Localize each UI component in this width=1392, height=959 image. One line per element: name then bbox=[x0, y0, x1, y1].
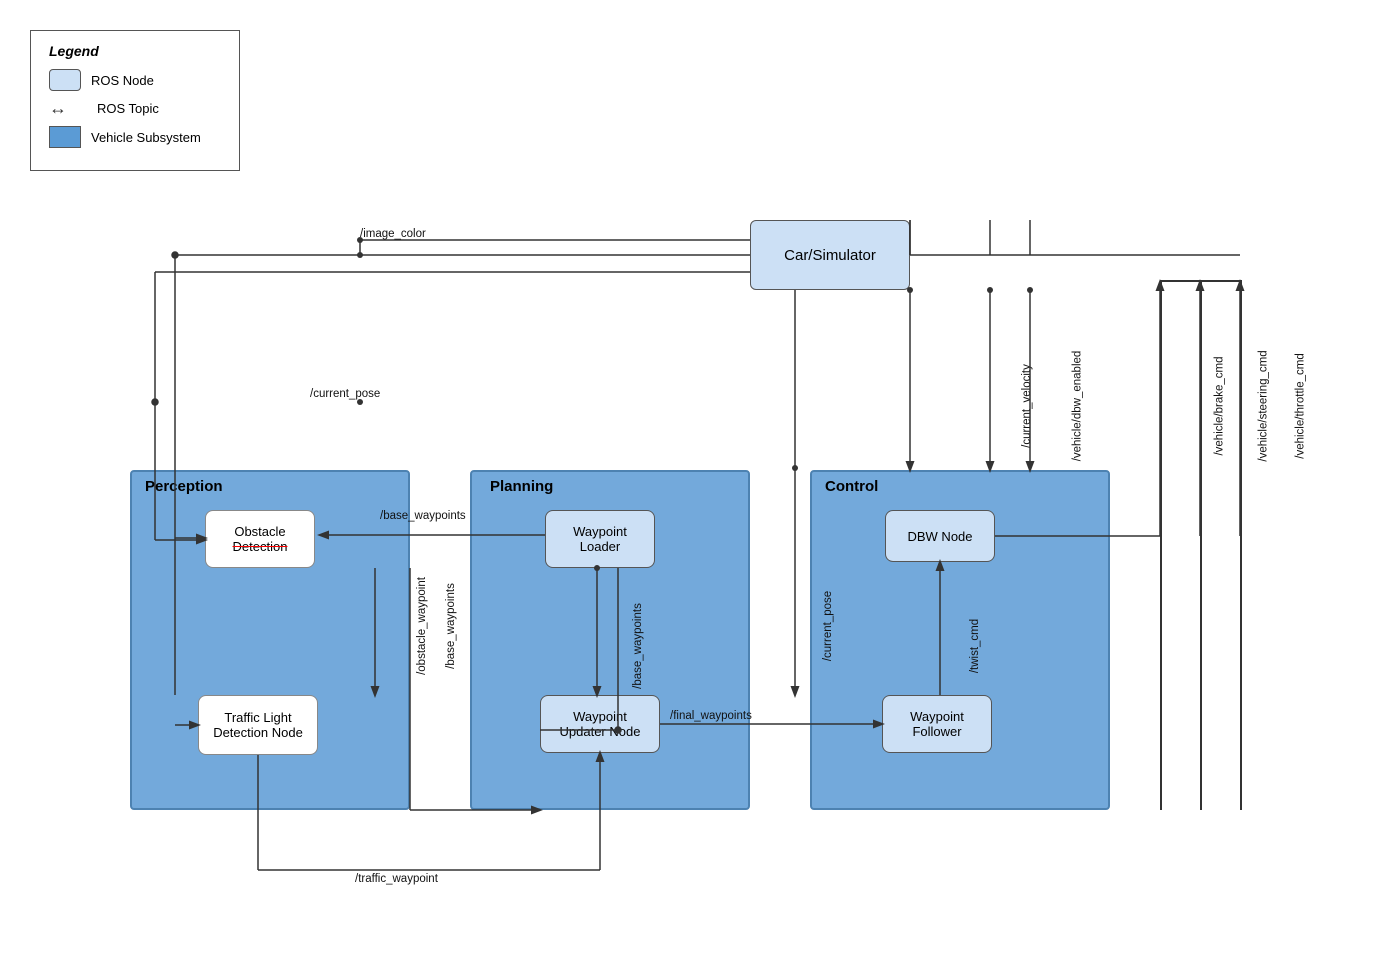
legend-vehicle-box bbox=[49, 126, 81, 148]
waypoint-loader-node: WaypointLoader bbox=[545, 510, 655, 568]
base-waypoints-v2-label: /base_waypoints bbox=[632, 603, 644, 689]
base-waypoints-v1-label: /base_waypoints bbox=[445, 583, 457, 669]
legend-vehicle-label: Vehicle Subsystem bbox=[91, 130, 201, 145]
vehicle-throttle-label: /vehicle/throttle_cmd bbox=[1295, 353, 1307, 458]
vehicle-cmd-border2 bbox=[1200, 280, 1202, 810]
obstacle-waypoint-label: /obstacle_waypoint bbox=[416, 577, 428, 675]
vehicle-cmd-border bbox=[1160, 280, 1162, 810]
control-label: Control bbox=[825, 478, 878, 495]
vehicle-steering-label: /vehicle/steering_cmd bbox=[1258, 350, 1270, 461]
waypoint-follower-node: WaypointFollower bbox=[882, 695, 992, 753]
diagram-container: Legend ROS Node ROS Topic Vehicle Subsys… bbox=[0, 0, 1392, 959]
legend-item-ros-topic: ROS Topic bbox=[49, 101, 221, 116]
base-waypoints-h-label: /base_waypoints bbox=[380, 510, 466, 522]
planning-label: Planning bbox=[490, 478, 553, 495]
wu-label: WaypointUpdater Node bbox=[560, 709, 641, 739]
legend-title: Legend bbox=[49, 43, 221, 59]
legend-item-ros-node: ROS Node bbox=[49, 69, 221, 91]
twist-cmd-label: /twist_cmd bbox=[969, 619, 981, 673]
dbw-node: DBW Node bbox=[885, 510, 995, 562]
legend: Legend ROS Node ROS Topic Vehicle Subsys… bbox=[30, 30, 240, 171]
legend-ros-node-box bbox=[49, 69, 81, 91]
final-waypoints-label: /final_waypoints bbox=[670, 710, 752, 722]
current-velocity-label: /current_velocity bbox=[1021, 364, 1033, 448]
legend-ros-topic-label: ROS Topic bbox=[97, 101, 159, 116]
tl-label: Traffic Light Detection Node bbox=[213, 710, 303, 740]
obstacle-detection-node: ObstacleDetection bbox=[205, 510, 315, 568]
vehicle-cmd-border3 bbox=[1240, 280, 1242, 810]
current-pose-top-label: /current_pose bbox=[310, 388, 380, 400]
dbw-label: DBW Node bbox=[907, 529, 972, 544]
top-border-line bbox=[1160, 280, 1242, 282]
legend-ros-node-label: ROS Node bbox=[91, 73, 154, 88]
legend-topic-icon bbox=[49, 102, 87, 116]
traffic-waypoint-label: /traffic_waypoint bbox=[355, 873, 438, 885]
current-pose-v-label: /current_pose bbox=[822, 591, 834, 661]
dbw-enabled-label: /vehicle/dbw_enabled bbox=[1071, 351, 1083, 462]
tl-detection-node: Traffic Light Detection Node bbox=[198, 695, 318, 755]
perception-label: Perception bbox=[145, 478, 223, 495]
waypoint-updater-node: WaypointUpdater Node bbox=[540, 695, 660, 753]
obstacle-label: ObstacleDetection bbox=[233, 524, 288, 554]
image-color-label: /image_color bbox=[360, 228, 426, 240]
car-simulator-label: Car/Simulator bbox=[784, 247, 876, 264]
wf-label: WaypointFollower bbox=[910, 709, 964, 739]
vehicle-brake-label: /vehicle/brake_cmd bbox=[1214, 356, 1226, 455]
wl-label: WaypointLoader bbox=[573, 524, 627, 554]
legend-item-vehicle: Vehicle Subsystem bbox=[49, 126, 221, 148]
car-simulator-node: Car/Simulator bbox=[750, 220, 910, 290]
